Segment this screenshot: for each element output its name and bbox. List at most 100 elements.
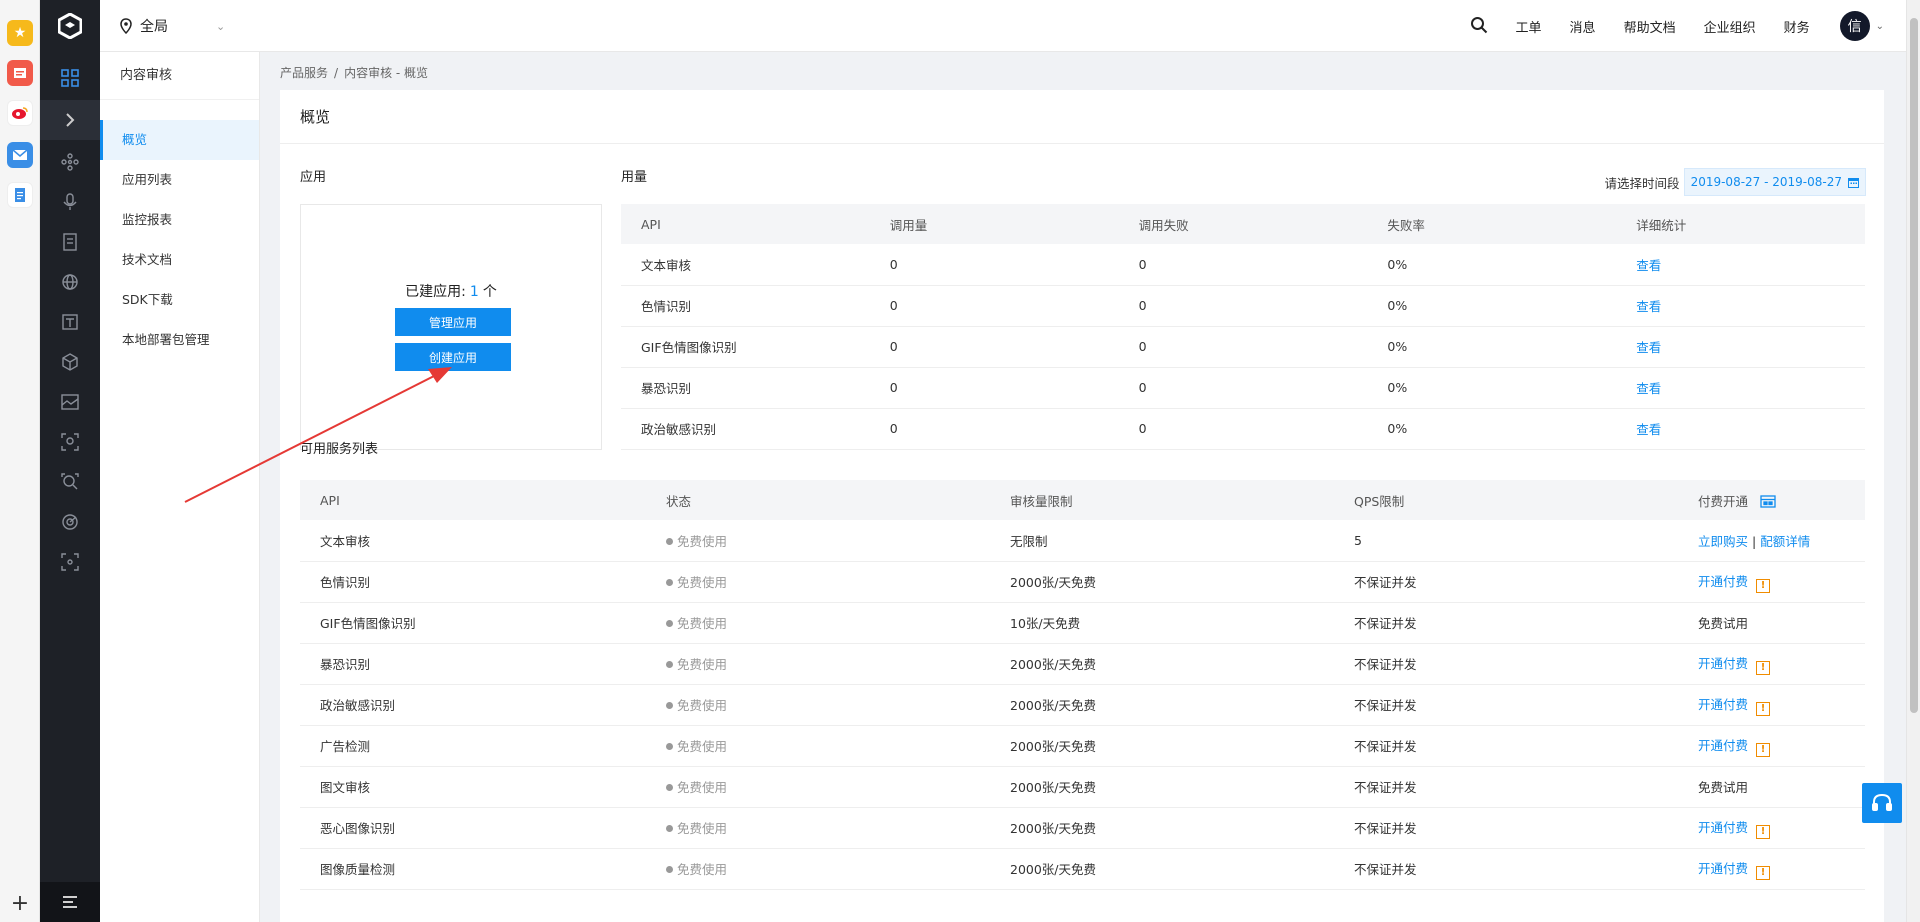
status-dot-icon <box>666 537 673 545</box>
warning-icon[interactable]: ! <box>1756 578 1771 593</box>
sidebar-item-local-deploy[interactable]: 本地部署包管理 <box>100 320 259 360</box>
expand-chevron-icon[interactable] <box>40 100 100 140</box>
cell-review-limit: 2000张/天免费 <box>990 684 1334 726</box>
cell-details: 查看 <box>1616 326 1865 368</box>
warning-icon[interactable]: ! <box>1756 660 1771 675</box>
status-text: 免费使用 <box>677 657 728 672</box>
table-row: GIF色情图像识别 免费使用 10张/天免费 不保证并发 免费试用 <box>300 602 1865 644</box>
pay-action-link[interactable]: 开通付费 <box>1698 574 1748 589</box>
pay-action-link[interactable]: 立即购买 <box>1698 534 1748 549</box>
face-scan-icon[interactable] <box>40 422 100 462</box>
sidebar-item-overview[interactable]: 概览 <box>100 120 259 160</box>
view-details-link[interactable]: 查看 <box>1636 258 1661 273</box>
cell-paid-activation: 开通付费! <box>1678 684 1865 726</box>
status-dot-icon <box>666 702 673 709</box>
date-range-input[interactable]: 2019-08-27 - 2019-08-27 <box>1683 168 1866 196</box>
cell-api: 广告检测 <box>300 725 646 767</box>
image-icon[interactable] <box>40 382 100 422</box>
weibo-app-icon[interactable] <box>7 100 33 126</box>
mail-app-icon[interactable] <box>7 142 33 168</box>
document-icon[interactable] <box>40 222 100 262</box>
status-text: 免费使用 <box>677 616 728 631</box>
docs-app-icon[interactable] <box>7 182 33 208</box>
apps-section-label: 应用 <box>300 170 327 185</box>
cell-paid-activation: 立即购买 | 配额详情 <box>1678 520 1865 562</box>
sidebar-item-app-list[interactable]: 应用列表 <box>100 160 259 200</box>
cell-details: 查看 <box>1616 244 1865 286</box>
view-details-link[interactable]: 查看 <box>1636 381 1661 396</box>
col-fail-rate: 失败率 <box>1367 204 1617 244</box>
table-row: GIF色情图像识别 0 0 0% 查看 <box>621 326 1865 368</box>
quota-details-link[interactable]: 配额详情 <box>1760 534 1810 549</box>
free-trial-text: 免费试用 <box>1698 780 1749 795</box>
create-app-button[interactable]: 创建应用 <box>395 343 511 371</box>
status-text: 免费使用 <box>677 575 728 590</box>
view-details-link[interactable]: 查看 <box>1636 340 1661 355</box>
logo-icon[interactable] <box>40 0 100 52</box>
date-range-value: 2019-08-27 - 2019-08-27 <box>1690 175 1842 189</box>
warning-icon[interactable]: ! <box>1756 701 1771 716</box>
breadcrumb-separator: / <box>334 66 339 80</box>
cell-paid-activation: 开通付费! <box>1678 725 1865 767</box>
manage-apps-button[interactable]: 管理应用 <box>395 308 511 336</box>
notes-app-icon[interactable] <box>7 60 33 86</box>
pay-action-link[interactable]: 开通付费 <box>1698 697 1748 712</box>
pay-action-link[interactable]: 开通付费 <box>1698 861 1748 876</box>
view-details-link[interactable]: 查看 <box>1636 299 1661 314</box>
region-selector[interactable]: 全局 ⌄ <box>120 16 225 36</box>
warning-icon[interactable]: ! <box>1756 824 1771 839</box>
table-settings-icon[interactable] <box>1760 494 1776 508</box>
col-failed: 调用失败 <box>1118 204 1368 244</box>
focus-icon[interactable] <box>40 542 100 582</box>
cell-failed: 0 <box>1118 367 1368 409</box>
sidebar-item-monitoring[interactable]: 监控报表 <box>100 200 259 240</box>
network-icon[interactable] <box>40 142 100 182</box>
nav-tickets[interactable]: 工单 <box>1516 17 1542 36</box>
radar-icon[interactable] <box>40 502 100 542</box>
page-scrollbar[interactable] <box>1906 0 1920 922</box>
cell-api: 图文审核 <box>300 766 646 808</box>
cell-qps-limit: 不保证并发 <box>1334 561 1678 603</box>
star-app-icon[interactable]: ★ <box>7 20 33 46</box>
cell-qps-limit: 不保证并发 <box>1334 848 1678 890</box>
pay-action-link[interactable]: 开通付费 <box>1698 656 1748 671</box>
avatar[interactable]: 信 <box>1839 11 1870 41</box>
grid-icon[interactable] <box>40 58 100 98</box>
cell-api: 色情识别 <box>300 561 646 603</box>
avatar-chevron-down-icon[interactable]: ⌄ <box>1876 21 1884 32</box>
microphone-icon[interactable] <box>40 182 100 222</box>
warning-icon[interactable]: ! <box>1756 742 1771 757</box>
cube-icon[interactable] <box>40 342 100 382</box>
cell-review-limit: 无限制 <box>990 520 1334 562</box>
add-app-button[interactable]: + <box>10 893 30 915</box>
view-details-link[interactable]: 查看 <box>1636 422 1661 437</box>
nav-messages[interactable]: 消息 <box>1570 17 1596 36</box>
breadcrumb-parent[interactable]: 产品服务 <box>280 66 328 80</box>
scrollbar-thumb[interactable] <box>1910 18 1918 713</box>
nav-finance[interactable]: 财务 <box>1784 17 1810 36</box>
search-scan-icon[interactable] <box>40 462 100 502</box>
nav-organization[interactable]: 企业组织 <box>1704 17 1756 36</box>
cell-api: 政治敏感识别 <box>300 684 646 726</box>
sidebar-item-tech-docs[interactable]: 技术文档 <box>100 240 259 280</box>
services-section-label: 可用服务列表 <box>300 442 379 457</box>
menu-toggle-icon[interactable] <box>40 882 100 922</box>
pay-action-link[interactable]: 开通付费 <box>1698 738 1748 753</box>
status-dot-icon <box>666 866 673 873</box>
cell-paid-activation: 开通付费! <box>1678 561 1865 603</box>
sidebar-item-sdk-download[interactable]: SDK下载 <box>100 280 259 320</box>
warning-icon[interactable]: ! <box>1756 865 1771 880</box>
globe-icon[interactable] <box>40 262 100 302</box>
status-dot-icon <box>666 579 673 586</box>
cell-api: 色情识别 <box>621 285 870 327</box>
col-review-limit: 审核量限制 <box>990 480 1334 520</box>
page-title: 概览 <box>280 90 1884 144</box>
product-sidebar: 内容审核 概览 应用列表 监控报表 技术文档 SDK下载 本地部署包管理 <box>100 52 260 922</box>
nav-help-docs[interactable]: 帮助文档 <box>1624 17 1676 36</box>
support-headset-icon[interactable] <box>1862 783 1902 823</box>
col-calls: 调用量 <box>869 204 1119 244</box>
search-icon[interactable] <box>1470 16 1488 37</box>
text-icon[interactable] <box>40 302 100 342</box>
cell-review-limit: 2000张/天免费 <box>990 643 1334 685</box>
pay-action-link[interactable]: 开通付费 <box>1698 820 1748 835</box>
